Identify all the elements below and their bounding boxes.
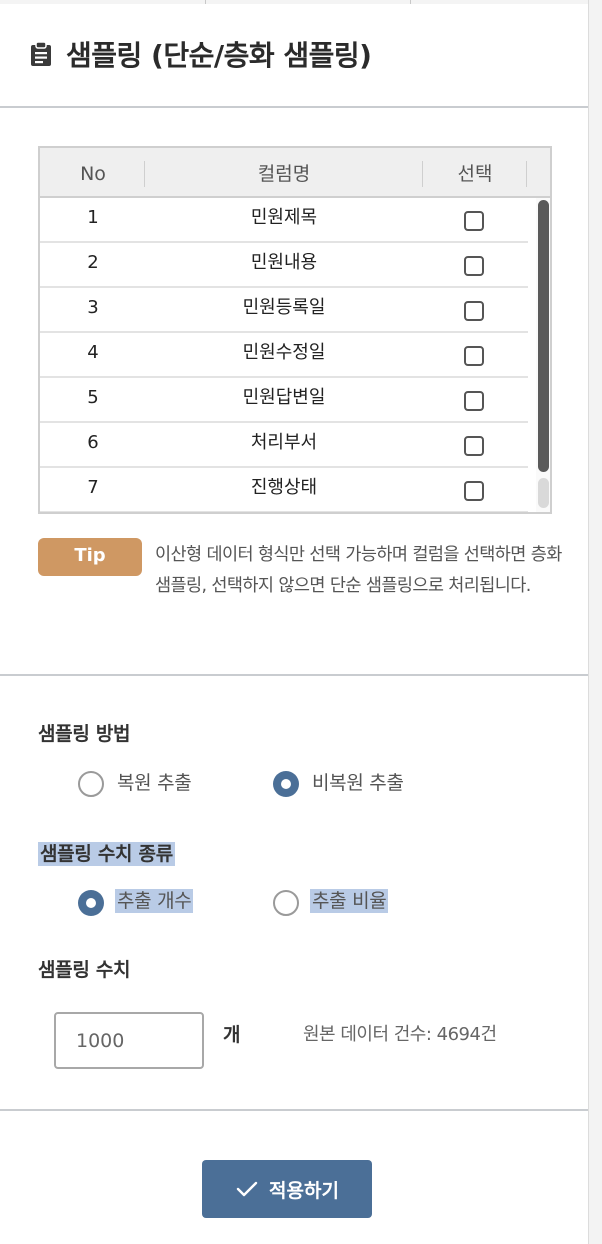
row-checkbox[interactable] bbox=[464, 301, 484, 321]
check-icon bbox=[236, 1181, 258, 1197]
table-row: 3 민원등록일 bbox=[40, 288, 528, 333]
section-divider bbox=[0, 1109, 588, 1111]
table-row: 2 민원내용 bbox=[40, 243, 528, 288]
apply-button-label: 적용하기 bbox=[269, 1180, 339, 1202]
table-row: 6 처리부서 bbox=[40, 423, 528, 468]
header-divider bbox=[144, 161, 145, 187]
count-type-label: 샘플링 수치 종류 bbox=[38, 839, 175, 866]
table-row: 1 민원제목 bbox=[40, 198, 528, 243]
table-row: 5 민원답변일 bbox=[40, 378, 528, 423]
radio-ratio-label[interactable]: 추출 비율 bbox=[310, 886, 389, 913]
radio-count[interactable] bbox=[78, 890, 104, 916]
method-label: 샘플링 방법 bbox=[38, 723, 131, 745]
radio-count-label-text: 추출 개수 bbox=[115, 889, 194, 913]
window-scrollbar[interactable] bbox=[588, 0, 602, 1244]
table-row: 4 민원수정일 bbox=[40, 333, 528, 378]
radio-restoration[interactable] bbox=[78, 771, 104, 797]
origin-count-text: 원본 데이터 건수: 4694건 bbox=[303, 1024, 497, 1045]
row-column-name: 민원답변일 bbox=[242, 387, 326, 408]
sampling-count-input[interactable] bbox=[54, 1012, 204, 1069]
radio-ratio[interactable] bbox=[273, 890, 299, 916]
row-no: 4 bbox=[87, 342, 99, 363]
header-select: 선택 bbox=[457, 163, 493, 185]
row-no: 6 bbox=[87, 432, 99, 453]
tip-badge: Tip bbox=[38, 538, 142, 576]
radio-non-restoration-label[interactable]: 비복원 추출 bbox=[312, 768, 404, 795]
radio-restoration-label[interactable]: 복원 추출 bbox=[117, 768, 192, 795]
count-label: 샘플링 수치 bbox=[38, 959, 131, 981]
column-table: No 컬럼명 선택 1 민원제목 2 민원내용 3 민원등록일 4 민원수정일 … bbox=[38, 146, 552, 514]
radio-count-label[interactable]: 추출 개수 bbox=[115, 886, 194, 913]
panel-header: 샘플링 (단순/층화 샘플링) bbox=[0, 0, 588, 108]
row-column-name: 처리부서 bbox=[250, 432, 318, 453]
apply-button[interactable]: 적용하기 bbox=[202, 1160, 372, 1218]
row-no: 2 bbox=[87, 252, 99, 273]
row-column-name: 민원수정일 bbox=[242, 342, 326, 363]
radio-non-restoration[interactable] bbox=[273, 771, 299, 797]
row-checkbox[interactable] bbox=[464, 346, 484, 366]
header-divider bbox=[526, 161, 527, 187]
header-column: 컬럼명 bbox=[257, 163, 311, 185]
row-no: 5 bbox=[87, 387, 99, 408]
table-body: 1 민원제목 2 민원내용 3 민원등록일 4 민원수정일 5 민원답변일 6 … bbox=[40, 198, 528, 512]
count-unit: 개 bbox=[223, 1024, 241, 1046]
row-checkbox[interactable] bbox=[464, 211, 484, 231]
table-row: 7 진행상태 bbox=[40, 468, 528, 512]
row-checkbox[interactable] bbox=[464, 391, 484, 411]
table-scroll-thumb[interactable] bbox=[538, 200, 549, 472]
clipboard-icon bbox=[31, 41, 51, 66]
count-type-label-text: 샘플링 수치 종류 bbox=[38, 842, 175, 866]
radio-ratio-label-text: 추출 비율 bbox=[310, 889, 389, 913]
page-title: 샘플링 (단순/층화 샘플링) bbox=[66, 39, 372, 72]
tip-text: 이산형 데이터 형식만 선택 가능하며 컬럼을 선택하면 층화 샘플링, 선택하… bbox=[155, 545, 562, 596]
row-column-name: 진행상태 bbox=[250, 477, 318, 498]
row-column-name: 민원등록일 bbox=[242, 297, 326, 318]
row-no: 7 bbox=[87, 477, 99, 498]
table-scroll-end bbox=[538, 478, 549, 508]
row-checkbox[interactable] bbox=[464, 256, 484, 276]
row-checkbox[interactable] bbox=[464, 481, 484, 501]
row-no: 1 bbox=[87, 207, 99, 228]
row-checkbox[interactable] bbox=[464, 436, 484, 456]
table-header: No 컬럼명 선택 bbox=[40, 148, 550, 198]
row-no: 3 bbox=[87, 297, 99, 318]
row-column-name: 민원내용 bbox=[250, 252, 318, 273]
section-divider bbox=[0, 674, 588, 676]
header-no: No bbox=[80, 163, 106, 185]
row-column-name: 민원제목 bbox=[250, 207, 318, 228]
